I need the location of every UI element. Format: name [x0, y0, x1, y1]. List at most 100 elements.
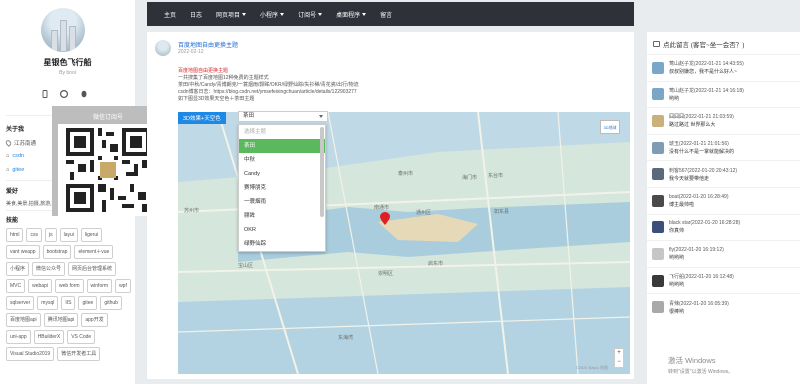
map-label: 崇明区: [378, 271, 394, 277]
theme-select[interactable]: 茶田: [238, 111, 328, 122]
comment-message: 博主最帅啦: [669, 201, 695, 208]
post-card: 百度地图自由更换主题 2022-02-12 百度地图自由更换主题 一共搜集了百度…: [147, 32, 634, 379]
skill-tag[interactable]: web form: [54, 279, 84, 293]
skill-tag[interactable]: github: [100, 296, 122, 310]
mobile-icon[interactable]: [41, 90, 49, 98]
theme-option: 选择主题: [244, 129, 267, 135]
comment-avatar: [652, 61, 664, 74]
skill-tag[interactable]: gitee: [78, 296, 98, 310]
theme-option[interactable]: 茶田: [239, 139, 325, 153]
skill-tag[interactable]: html: [6, 228, 24, 242]
skill-tag[interactable]: Visual Studio2019: [6, 347, 55, 361]
post-line-3: csdn博客日志：https://blog.csdn.net/ymsefeixi…: [178, 89, 357, 95]
theme-option[interactable]: 颢眸: [239, 209, 325, 223]
nav-item[interactable]: 主页: [157, 10, 183, 19]
nav-item[interactable]: 桌面程序: [329, 10, 373, 19]
comment-item[interactable]: 莺山赵子龙(2022-01-21 14:16:18) 哟哟: [647, 80, 800, 108]
theme-option[interactable]: 一蓑烟雨: [239, 195, 325, 209]
skill-tag[interactable]: 小程序: [6, 262, 30, 276]
map-label: 如东县: [494, 209, 510, 215]
post-date: 2022-02-12: [178, 49, 204, 55]
post-avatar: [155, 40, 171, 56]
caret-down-icon: [280, 12, 285, 16]
comment-text: 囧囧囧(2022-01-21 21:03:59) 路过路过 世界那么大: [669, 113, 734, 128]
wechat-icon[interactable]: [59, 89, 69, 99]
theme-option[interactable]: 赛博朋克: [239, 181, 325, 195]
skill-tag[interactable]: uni-app: [6, 330, 31, 344]
comment-item[interactable]: 琥玉(2022-01-21 21:01:56) 没有什么不是一掌就能解决的: [647, 133, 800, 161]
skill-tag[interactable]: layui: [59, 228, 78, 242]
skill-tag[interactable]: 微信公众号: [32, 262, 66, 276]
qr-title: 微信订阅号: [92, 115, 123, 121]
map-3d-button[interactable]: 3D地球: [600, 120, 620, 134]
nav-item[interactable]: 留言: [373, 10, 399, 19]
skill-tag[interactable]: 网页后台管理系统: [68, 262, 117, 276]
skill-tag[interactable]: 腾讯地图api: [43, 313, 79, 327]
skill-tag[interactable]: element＋vue: [74, 245, 114, 259]
comment-avatar: [652, 114, 664, 127]
comment-item[interactable]: 莺山赵子龙(2022-01-21 14:43:55) 叔叔别嫌您，我不是什么好人~: [647, 54, 800, 81]
post-line-1: 一共搜集了百度地图12种免费的主题样式: [178, 75, 269, 81]
nav-item[interactable]: 订阅号: [291, 10, 329, 19]
map-label: 东台市: [488, 173, 504, 179]
comment-message: 哟哟哟: [669, 282, 685, 289]
comment-item[interactable]: boat(2022-01-20 16:28:49) 博主最帅啦: [647, 186, 800, 214]
comment-message: 没有什么不是一掌就能解决的: [669, 149, 735, 156]
post-heading: 百度地图自由更换主题: [178, 68, 229, 74]
skill-tag[interactable]: 微信开发者工具: [57, 347, 101, 361]
nav-item[interactable]: 网页项目: [209, 10, 253, 19]
skill-tag[interactable]: sqlserver: [6, 296, 35, 310]
comment-author: 飞行船(2022-01-20 16:12:48): [669, 274, 734, 281]
comment-message: 我今天就要带他走: [669, 175, 710, 182]
map-label: 海门市: [462, 175, 478, 181]
comments-header[interactable]: 点此留言 (客官~坐一会否？): [653, 39, 744, 49]
theme-option[interactable]: OKR: [239, 223, 325, 237]
skill-tag[interactable]: bootstrap: [42, 245, 72, 259]
skill-tag[interactable]: wpf: [115, 279, 131, 293]
link-icon: ⌂: [6, 167, 10, 173]
theme-option[interactable]: 绿野仙踪: [239, 237, 325, 251]
comment-item[interactable]: 飞行船(2022-01-20 16:12:48) 哟哟哟: [647, 266, 800, 294]
theme-option[interactable]: Candy: [239, 167, 325, 181]
comment-item[interactable]: 青辣(2022-01-20 16:05:39) 很棒哟: [647, 293, 800, 320]
comment-item[interactable]: 囧囧囧(2022-01-21 21:03:59) 路过路过 世界那么大: [647, 107, 800, 134]
skill-tags: html css js layui ligerui vant weapp bootstrap…: [6, 228, 132, 361]
skill-tag[interactable]: 百度地图api: [6, 313, 41, 327]
theme-select-value: 茶田: [243, 113, 255, 119]
location-icon: [4, 139, 13, 147]
comment-author: boat(2022-01-20 16:28:49): [669, 193, 729, 200]
activate-line-2: 转到"设置"以激活 Windows。: [668, 369, 734, 375]
comment-item[interactable]: fly(2022-01-20 16:19:12) 哟哟哟: [647, 240, 800, 267]
qr-code-image: [66, 128, 150, 212]
comment-item[interactable]: black star(2022-01-20 16:28:28) 你真帅: [647, 213, 800, 241]
dropdown-scrollbar[interactable]: [320, 127, 324, 217]
map-zoom-control[interactable]: + −: [614, 348, 624, 368]
skill-tag[interactable]: mysql: [37, 296, 59, 310]
gitee-link[interactable]: gitee: [12, 167, 24, 173]
skill-tag[interactable]: winform: [86, 279, 113, 293]
skill-tag[interactable]: MVC: [6, 279, 26, 293]
nav-item[interactable]: 日志: [183, 10, 209, 19]
map-marker-icon[interactable]: [380, 212, 390, 226]
comment-item[interactable]: 刺客567(2022-01-20 20:43:12) 我今天就要带他走: [647, 160, 800, 187]
skill-tag[interactable]: vant weapp: [6, 245, 40, 259]
nav-item[interactable]: 小程序: [253, 10, 291, 19]
caret-down-icon: [318, 12, 323, 16]
comment-message: 你真帅: [669, 228, 685, 235]
skill-tag[interactable]: HBuilderX: [33, 330, 65, 344]
qq-icon[interactable]: [80, 90, 88, 98]
post-title[interactable]: 百度地图自由更换主题: [178, 40, 238, 49]
comment-avatar: [652, 221, 664, 234]
comment-text: 莺山赵子龙(2022-01-21 14:43:55) 叔叔别嫌您，我不是什么好人~: [669, 60, 744, 75]
comment-author: black star(2022-01-20 16:28:28): [669, 220, 741, 227]
skill-tag[interactable]: VS Code: [67, 330, 96, 344]
skill-tag[interactable]: ligerui: [80, 228, 103, 242]
skill-tag[interactable]: IIS: [61, 296, 76, 310]
theme-option[interactable]: 中秋: [239, 153, 325, 167]
comment-text: black star(2022-01-20 16:28:28) 你真帅: [669, 220, 740, 234]
skill-tag[interactable]: webapi: [28, 279, 52, 293]
skill-tag[interactable]: js: [44, 228, 57, 242]
skill-tag[interactable]: app开发: [81, 313, 108, 327]
skill-tag[interactable]: css: [26, 228, 42, 242]
csdn-link[interactable]: csdn: [12, 153, 24, 159]
